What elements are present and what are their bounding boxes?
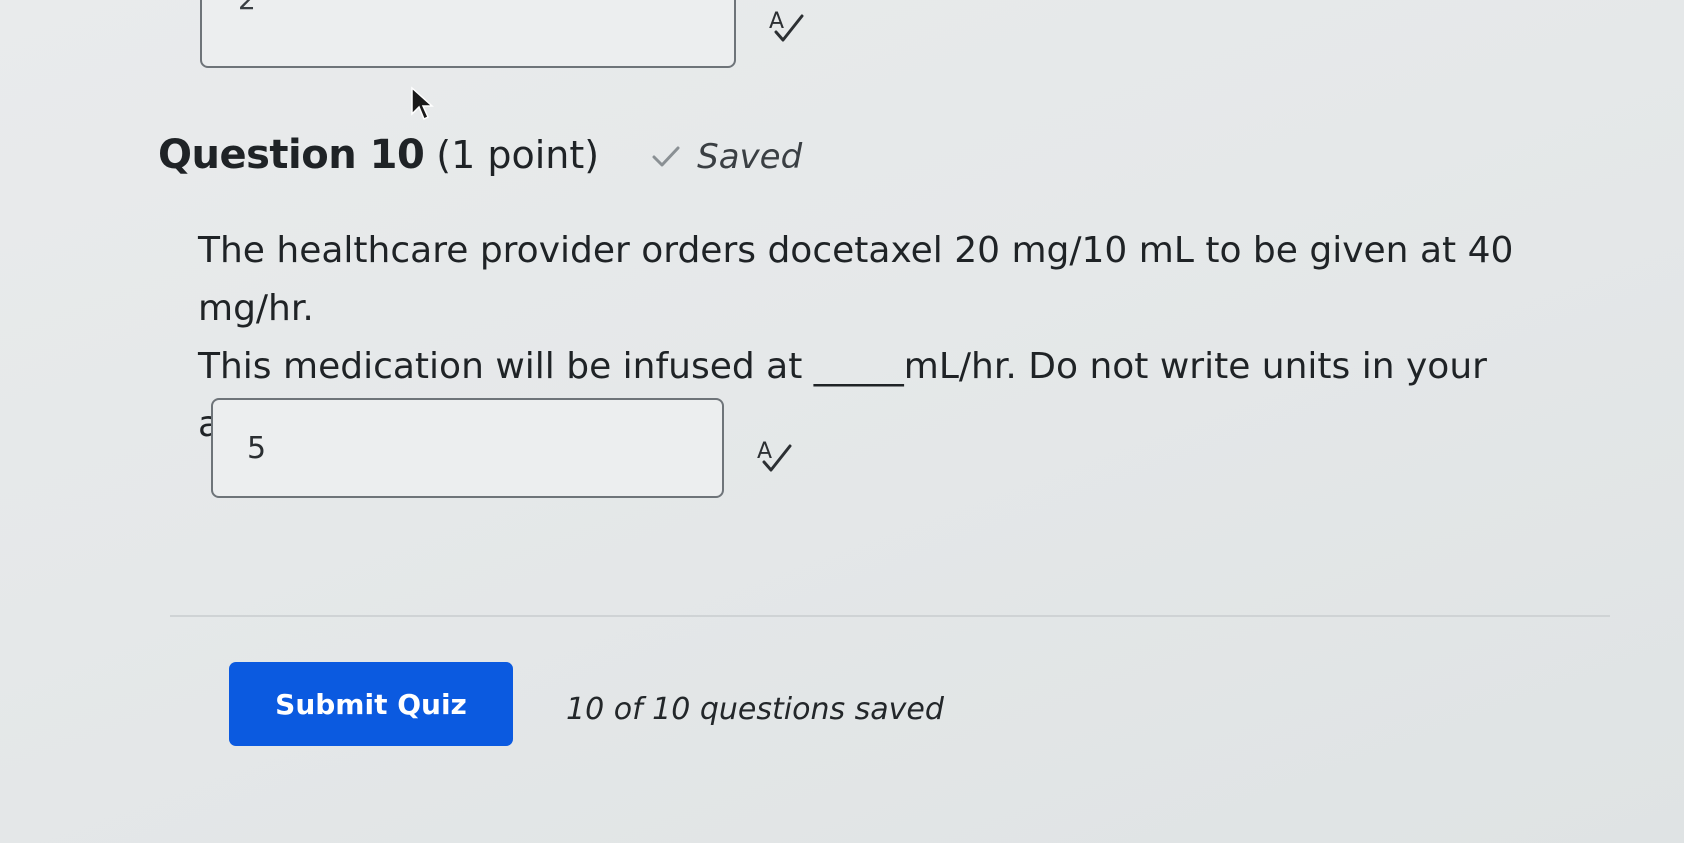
check-icon — [651, 145, 681, 169]
question-title: Question 10 — [158, 132, 425, 178]
section-divider — [170, 615, 1610, 617]
answer-input[interactable] — [211, 398, 724, 498]
questions-saved-count: 10 of 10 questions saved — [566, 692, 944, 727]
submit-quiz-button[interactable]: Submit Quiz — [229, 662, 513, 746]
question-points: (1 point) — [436, 133, 600, 177]
spellcheck-icon[interactable]: A — [766, 6, 806, 46]
svg-text:A: A — [769, 9, 784, 34]
previous-answer-field[interactable]: 2 — [200, 0, 736, 68]
mouse-cursor-icon — [410, 86, 436, 122]
previous-answer-value: 2 — [238, 0, 256, 14]
question-prompt-line-1: The healthcare provider orders docetaxel… — [198, 230, 1514, 329]
saved-status-text: Saved — [697, 137, 803, 177]
question-header: Question 10 (1 point) Saved — [158, 132, 802, 178]
spellcheck-icon[interactable]: A — [754, 436, 794, 476]
saved-status: Saved — [651, 137, 802, 177]
svg-text:A: A — [757, 439, 772, 464]
